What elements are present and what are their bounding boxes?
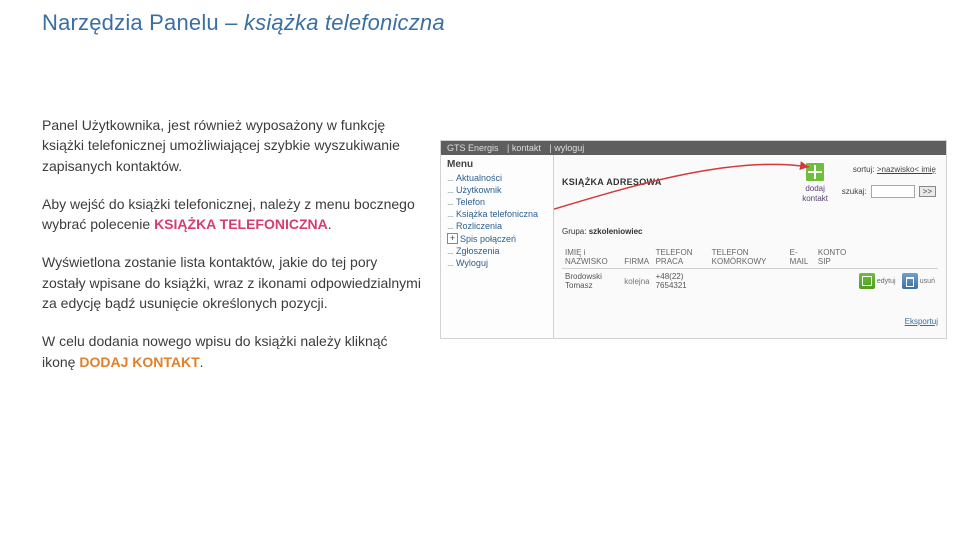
topbar-link-kontakt[interactable]: kontakt [512, 143, 541, 153]
cell-tel-praca: +48(22) 7654321 [653, 269, 709, 294]
highlight-ksiazka: KSIĄŻKA TELEFONICZNA [154, 216, 328, 232]
cell-firma: kolejna [621, 269, 652, 294]
menu-item-zgloszenia[interactable]: ....Zgłoszenia [445, 245, 553, 257]
th-tel-kom: TELEFON KOMÓRKOWY [709, 246, 787, 269]
title-main: Narzędzia Panelu – [42, 10, 244, 35]
sort-option[interactable]: >nazwisko< imię [877, 165, 936, 174]
contacts-table: IMIĘ i NAZWISKO FIRMA TELEFON PRACA TELE… [562, 246, 938, 293]
cell-tel-kom [709, 269, 787, 294]
menu-item-ksiazka-telefoniczna[interactable]: ....Książka telefoniczna [445, 208, 553, 220]
cell-sip [815, 269, 856, 294]
th-sip: KONTO SIP [815, 246, 856, 269]
group-value: szkoleniowiec [589, 227, 643, 236]
bottom-row: Eksportuj [562, 317, 938, 326]
section-heading: KSIĄŻKA ADRESOWA [562, 177, 662, 187]
paragraph-2: Aby wejść do książki telefonicznej, nale… [42, 194, 422, 235]
plus-icon [804, 161, 826, 183]
description-column: Panel Użytkownika, jest również wyposażo… [42, 115, 422, 390]
export-link[interactable]: Eksportuj [905, 317, 938, 326]
th-firma: FIRMA [621, 246, 652, 269]
highlight-dodaj: DODAJ KONTAKT [79, 354, 199, 370]
title-italic: książka telefoniczna [244, 10, 445, 35]
expand-icon[interactable]: + [447, 233, 458, 244]
delete-label[interactable]: usuń [920, 278, 935, 285]
table-row: Brodowski Tomasz kolejna +48(22) 7654321… [562, 269, 938, 294]
th-name: IMIĘ i NAZWISKO [562, 246, 621, 269]
cell-email [787, 269, 815, 294]
menu-item-rozliczenia[interactable]: ....Rozliczenia [445, 220, 553, 232]
page-title: Narzędzia Panelu – książka telefoniczna [42, 10, 445, 36]
add-contact-button[interactable]: dodaj kontakt [802, 161, 828, 203]
sort-line: sortuj: >nazwisko< imię [853, 165, 936, 174]
topbar-link-wyloguj[interactable]: wyloguj [554, 143, 584, 153]
menu-item-wyloguj[interactable]: ....Wyloguj [445, 257, 553, 269]
edit-icon[interactable] [859, 273, 875, 289]
menu-item-telefon[interactable]: ....Telefon [445, 196, 553, 208]
paragraph-1: Panel Użytkownika, jest również wyposażo… [42, 115, 422, 176]
edit-label[interactable]: edytuj [877, 278, 896, 285]
content-area: sortuj: >nazwisko< imię szukaj: >> KSIĄŻ… [554, 155, 946, 338]
th-email: E-MAIL [787, 246, 815, 269]
search-line: szukaj: >> [842, 185, 936, 198]
menu-item-aktualnosci[interactable]: ....Aktualności [445, 172, 553, 184]
th-tel-praca: TELEFON PRACA [653, 246, 709, 269]
app-screenshot: GTS Energis | kontakt | wyloguj Menu ...… [440, 140, 947, 339]
search-input[interactable] [871, 185, 915, 198]
delete-icon[interactable] [902, 273, 918, 289]
group-line: Grupa: szkoleniowiec [562, 227, 938, 236]
paragraph-4: W celu dodania nowego wpisu do książki n… [42, 331, 422, 372]
side-menu: Menu ....Aktualności ....Użytkownik ....… [441, 155, 554, 338]
search-go-button[interactable]: >> [919, 186, 936, 197]
menu-item-spis-polaczen[interactable]: +Spis połączeń [445, 232, 553, 245]
topbar-link-brand[interactable]: GTS Energis [447, 143, 499, 153]
topbar: GTS Energis | kontakt | wyloguj [441, 141, 946, 155]
paragraph-3: Wyświetlona zostanie lista kontaktów, ja… [42, 252, 422, 313]
menu-item-uzytkownik[interactable]: ....Użytkownik [445, 184, 553, 196]
menu-title: Menu [447, 159, 553, 170]
cell-name: Brodowski Tomasz [562, 269, 621, 294]
